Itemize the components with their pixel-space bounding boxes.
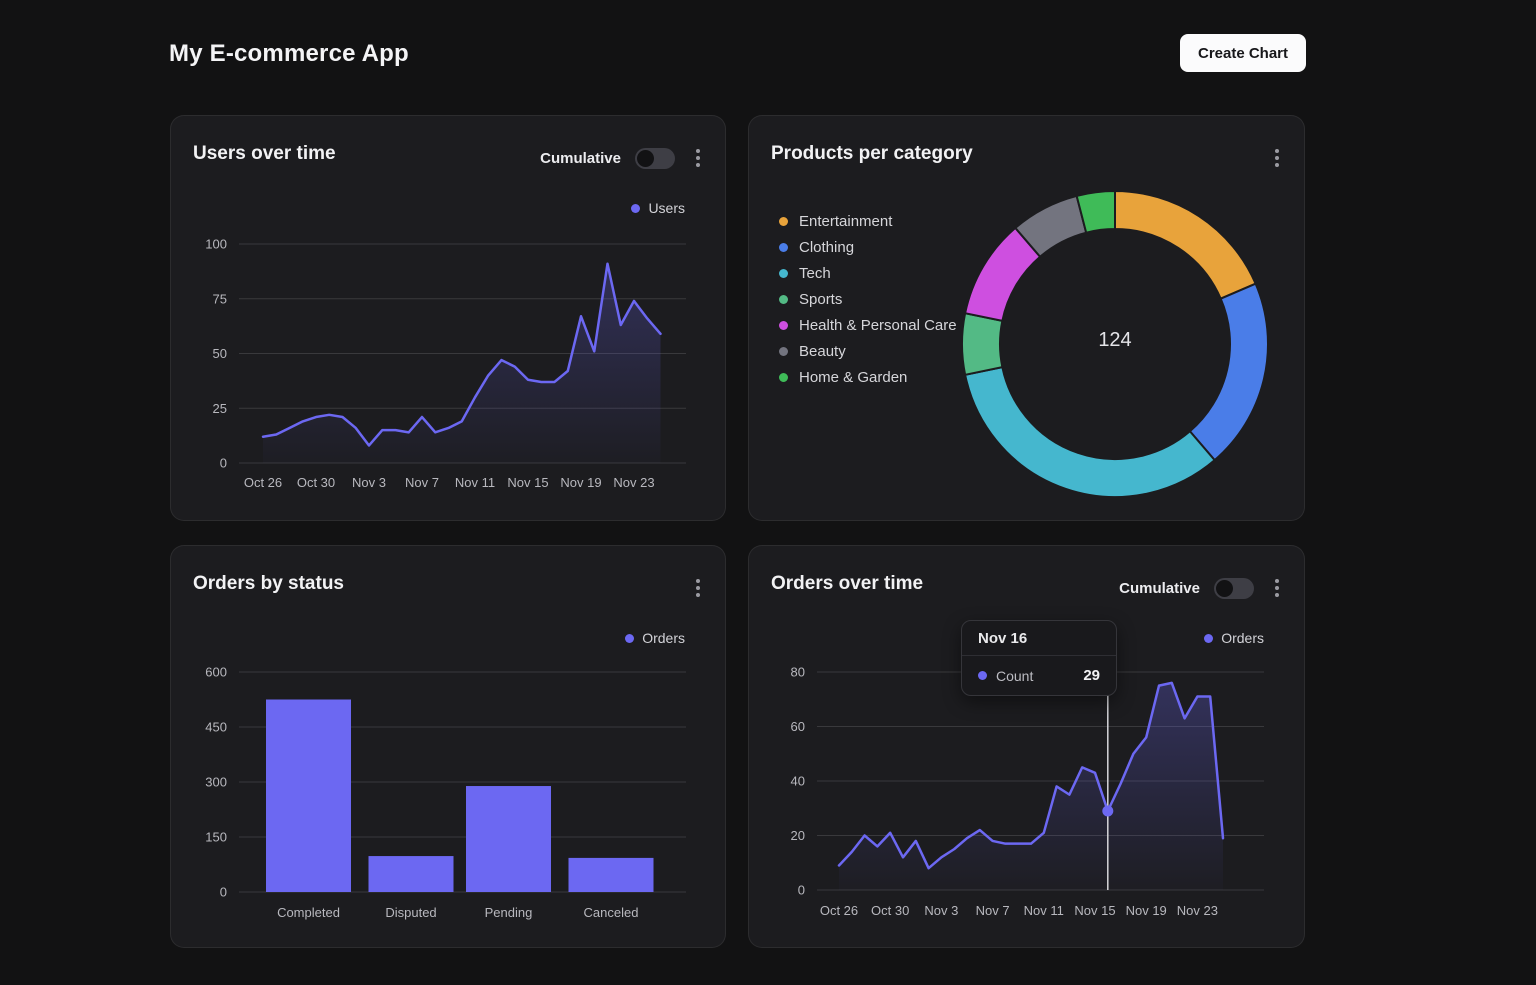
svg-text:300: 300 — [205, 775, 227, 790]
legend-label: Orders — [1221, 630, 1264, 646]
kebab-menu-icon[interactable] — [1268, 574, 1286, 602]
legend-dot-icon — [1204, 634, 1213, 643]
card-users-over-time: Users over time Cumulative Users 0 25 50 75… — [170, 115, 726, 521]
svg-text:75: 75 — [213, 291, 227, 306]
svg-text:Nov 19: Nov 19 — [1126, 903, 1167, 918]
cumulative-label: Cumulative — [1119, 580, 1200, 597]
card-orders-over-time: Orders over time Cumulative Orders 0 20 40… — [748, 545, 1305, 948]
svg-text:Completed: Completed — [277, 905, 340, 920]
svg-text:Oct 26: Oct 26 — [820, 903, 858, 918]
orders-line-chart[interactable]: 0 20 40 60 80 Oct 26 Oct 30 Nov 3 Nov 7 Nov 11 Nov… — [749, 654, 1305, 934]
svg-text:Nov 7: Nov 7 — [405, 475, 439, 490]
svg-text:Nov 11: Nov 11 — [455, 475, 495, 490]
svg-text:Oct 30: Oct 30 — [297, 475, 335, 490]
svg-text:600: 600 — [205, 665, 227, 680]
svg-text:Nov 23: Nov 23 — [613, 475, 654, 490]
svg-text:150: 150 — [205, 830, 227, 845]
svg-text:0: 0 — [220, 456, 227, 471]
svg-text:0: 0 — [220, 885, 227, 900]
toggle-knob-icon — [1216, 580, 1233, 597]
legend-dot-icon — [631, 204, 640, 213]
svg-text:Pending: Pending — [485, 905, 533, 920]
svg-text:Disputed: Disputed — [385, 905, 436, 920]
dashboard-page: My E-commerce App Create Chart Users ove… — [0, 0, 1536, 985]
kebab-menu-icon[interactable] — [689, 574, 707, 602]
svg-text:Nov 15: Nov 15 — [507, 475, 548, 490]
card-title: Users over time — [193, 143, 336, 165]
series-legend[interactable]: Orders — [625, 630, 685, 646]
page-title: My E-commerce App — [169, 40, 409, 68]
legend-dot-icon — [625, 634, 634, 643]
svg-text:Nov 3: Nov 3 — [352, 475, 386, 490]
card-orders-by-status: Orders by status Orders 0 150 300 450 600 Com… — [170, 545, 726, 948]
chart-tooltip: Nov 16 Count 29 — [961, 620, 1117, 696]
tooltip-date: Nov 16 — [962, 621, 1116, 656]
svg-text:20: 20 — [791, 828, 805, 843]
donut-center-value: 124 — [1065, 329, 1165, 352]
svg-text:0: 0 — [798, 883, 805, 898]
users-line-chart[interactable]: 0 25 50 75 100 Oct 26 Oct 30 Nov 3 Nov 7 Nov 11 No… — [171, 224, 727, 514]
svg-text:Nov 11: Nov 11 — [1024, 903, 1064, 918]
svg-text:Nov 7: Nov 7 — [976, 903, 1010, 918]
svg-text:80: 80 — [791, 665, 805, 680]
svg-text:Nov 3: Nov 3 — [924, 903, 958, 918]
orders-bar-chart[interactable]: 0 150 300 450 600 Completed Disputed Pending Can… — [171, 654, 727, 934]
svg-text:25: 25 — [213, 401, 227, 416]
svg-text:Oct 30: Oct 30 — [871, 903, 909, 918]
card-title: Orders by status — [193, 573, 344, 595]
svg-text:60: 60 — [791, 719, 805, 734]
series-legend[interactable]: Users — [631, 200, 685, 216]
card-products-per-category: Products per category EntertainmentCloth… — [748, 115, 1305, 521]
cumulative-toggle[interactable] — [635, 148, 675, 169]
svg-text:50: 50 — [213, 346, 227, 361]
toggle-knob-icon — [637, 150, 654, 167]
svg-text:450: 450 — [205, 720, 227, 735]
tooltip-value: 29 — [1083, 667, 1100, 684]
tooltip-series-label: Count — [996, 668, 1074, 684]
svg-text:100: 100 — [205, 237, 227, 252]
create-chart-button[interactable]: Create Chart — [1180, 34, 1306, 72]
svg-text:Nov 15: Nov 15 — [1074, 903, 1115, 918]
legend-label: Orders — [642, 630, 685, 646]
cumulative-toggle[interactable] — [1214, 578, 1254, 599]
series-legend[interactable]: Orders — [1204, 630, 1264, 646]
svg-text:Canceled: Canceled — [584, 905, 639, 920]
svg-text:Nov 23: Nov 23 — [1177, 903, 1218, 918]
tooltip-series-dot-icon — [978, 671, 987, 680]
kebab-menu-icon[interactable] — [689, 144, 707, 172]
card-title: Orders over time — [771, 573, 923, 595]
svg-text:40: 40 — [791, 774, 805, 789]
cumulative-label: Cumulative — [540, 150, 621, 167]
svg-text:Nov 19: Nov 19 — [560, 475, 601, 490]
products-donut-chart[interactable] — [749, 116, 1306, 519]
svg-text:Oct 26: Oct 26 — [244, 475, 282, 490]
legend-label: Users — [648, 200, 685, 216]
